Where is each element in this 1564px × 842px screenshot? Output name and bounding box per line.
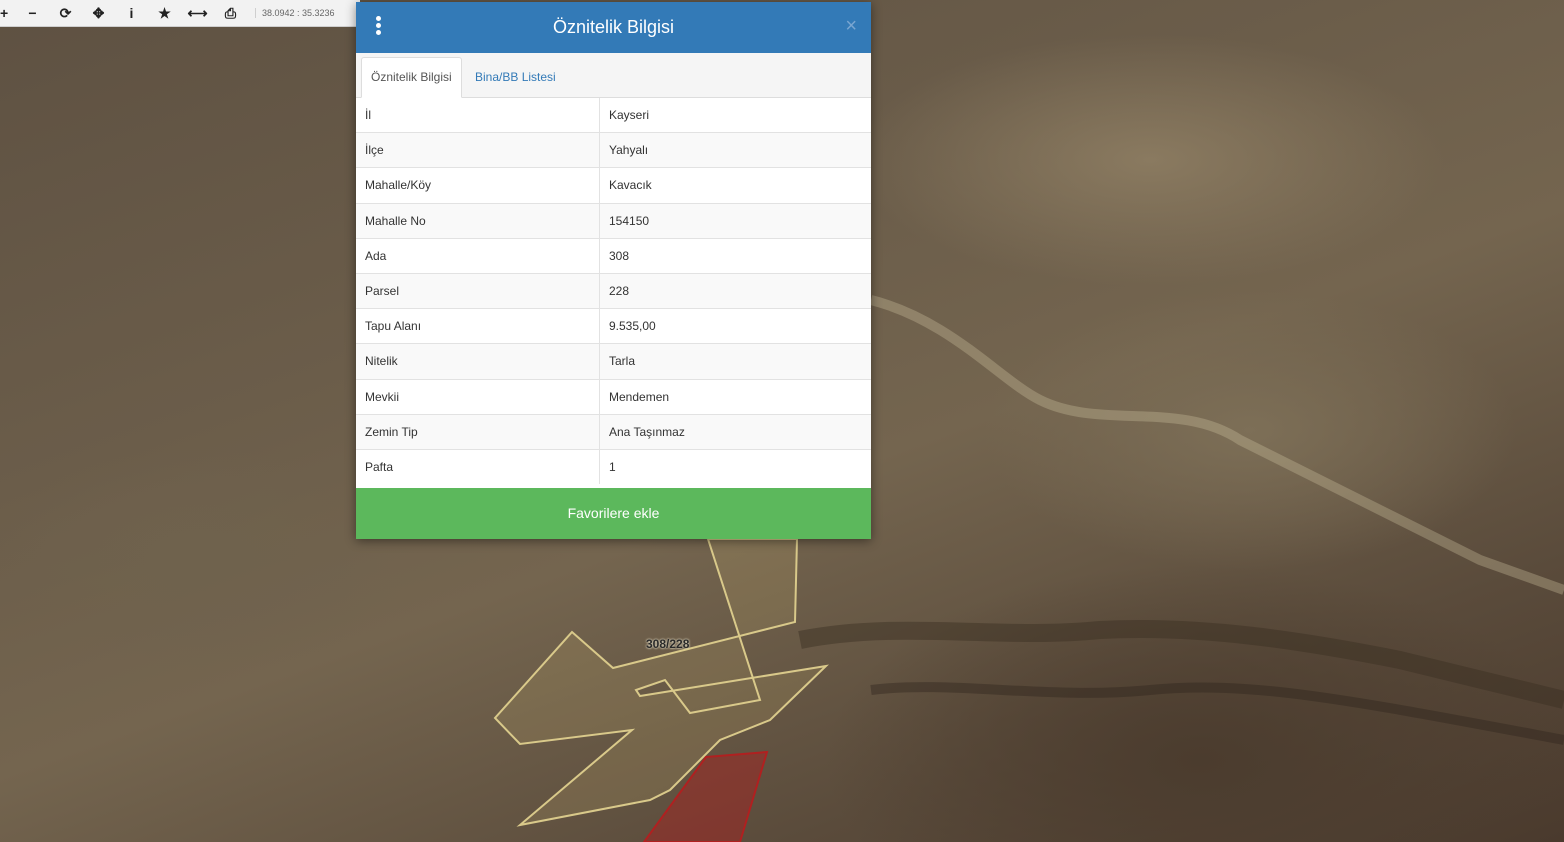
tab-building-list[interactable]: Bina/BB Listesi [466, 58, 565, 97]
attribute-key: Nitelik [356, 343, 600, 379]
attribute-value: 308 [599, 237, 871, 274]
attribute-key: Pafta [356, 448, 600, 485]
attribute-key: Ada [356, 237, 600, 274]
attribute-value: Yahyalı [599, 132, 871, 168]
attribute-value: 1 [599, 448, 871, 485]
table-row: Nitelik Tarla [356, 343, 871, 379]
attribute-dialog: Öznitelik Bilgisi × Öznitelik Bilgisi Bi… [356, 2, 871, 539]
table-row: Ada 308 [356, 237, 871, 274]
table-row: Mahalle No 154150 [356, 202, 871, 239]
pan-icon[interactable]: ✥ [82, 0, 115, 26]
measure-icon[interactable]: ⟷ [181, 0, 214, 26]
attribute-value: 9.535,00 [599, 308, 871, 344]
table-row: Pafta 1 [356, 448, 871, 485]
attribute-value: 228 [599, 272, 871, 309]
selected-parcel[interactable] [493, 538, 829, 827]
coordinate-readout: 38.0942 : 35.3236 [255, 8, 335, 18]
table-row: Tapu Alanı 9.535,00 [356, 308, 871, 344]
table-row: İlçe Yahyalı [356, 132, 871, 168]
dialog-header: Öznitelik Bilgisi × [356, 2, 871, 53]
dialog-tabs: Öznitelik Bilgisi Bina/BB Listesi [356, 53, 871, 98]
info-icon[interactable]: i [115, 0, 148, 26]
tab-attribute-info[interactable]: Öznitelik Bilgisi [361, 57, 462, 98]
attribute-value: Tarla [599, 343, 871, 379]
table-row: Parsel 228 [356, 272, 871, 309]
refresh-icon[interactable]: ⟳ [49, 0, 82, 26]
attribute-key: İlçe [356, 132, 600, 168]
close-icon[interactable]: × [845, 16, 857, 36]
attribute-key: Mahalle/Köy [356, 167, 600, 204]
dry-riverbed [869, 295, 1564, 595]
parcel-label: 308/228 [646, 637, 690, 651]
valley-line [870, 682, 1564, 745]
attribute-value: Kavacık [599, 167, 871, 204]
attribute-key: İl [356, 98, 600, 133]
attribute-value: 154150 [599, 202, 871, 239]
favorite-star-icon[interactable]: ★ [148, 0, 181, 26]
attribute-key: Tapu Alanı [356, 308, 600, 344]
table-row: Mahalle/Köy Kavacık [356, 167, 871, 204]
table-row: Mevkii Mendemen [356, 378, 871, 415]
dialog-title: Öznitelik Bilgisi [552, 17, 675, 37]
attribute-key: Mevkii [356, 378, 600, 415]
attribute-key: Zemin Tip [356, 413, 600, 450]
table-row: İl Kayseri [356, 98, 871, 133]
add-to-favorites-button[interactable]: Favorilere ekle [356, 488, 871, 539]
attribute-key: Mahalle No [356, 202, 600, 239]
attribute-value: Ana Taşınmaz [599, 413, 871, 450]
map-toolbar: + − ⟳ ✥ i ★ ⟷ ⎙ 38.0942 : 35.3236 [0, 0, 360, 27]
attribute-value: Mendemen [599, 378, 871, 415]
attribute-table: İl Kayseri İlçe Yahyalı Mahalle/Köy Kavacık… [356, 98, 871, 485]
zoom-out-icon[interactable]: − [16, 0, 49, 26]
table-row: Zemin Tip Ana Taşınmaz [356, 413, 871, 450]
attribute-value: Kayseri [609, 108, 650, 123]
attribute-key: Parsel [356, 272, 600, 309]
print-icon[interactable]: ⎙ [214, 0, 247, 26]
zoom-in-icon[interactable]: + [0, 0, 16, 26]
